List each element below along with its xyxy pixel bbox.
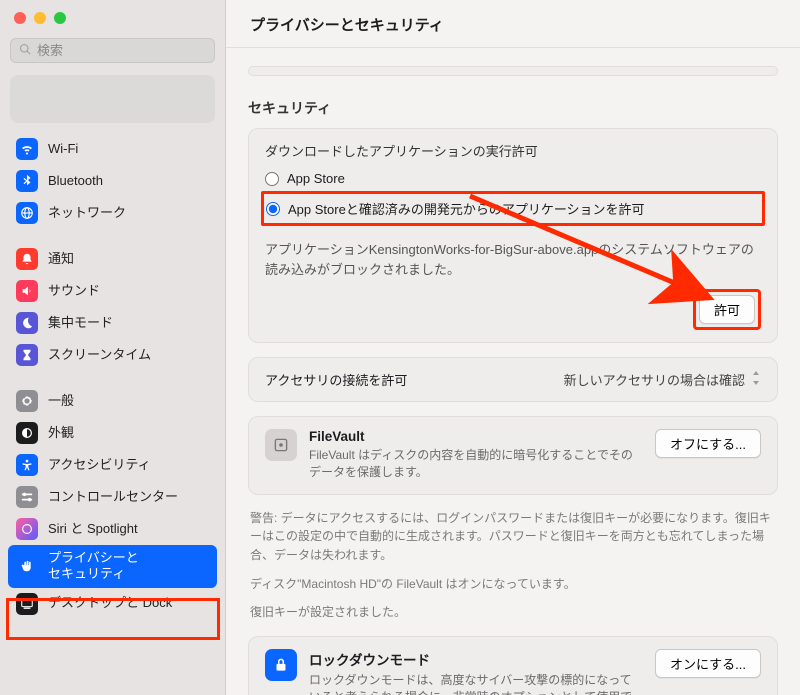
annotation-allow-highlight: 許可 (693, 289, 761, 330)
gear-icon (16, 390, 38, 412)
chevron-updown-icon (751, 371, 761, 388)
security-heading: セキュリティ (248, 98, 778, 118)
appearance-icon (16, 422, 38, 444)
page-title: プライバシーとセキュリティ (226, 0, 800, 48)
dock-icon (16, 593, 38, 615)
sidebar-item-label: 通知 (48, 251, 74, 267)
sidebar-item-sound[interactable]: サウンド (8, 275, 217, 307)
accessory-card[interactable]: アクセサリの接続を許可 新しいアクセサリの場合は確認 (248, 357, 778, 402)
lockdown-card: ロックダウンモード ロックダウンモードは、高度なサイバー攻撃の標的になっていると… (248, 636, 778, 695)
sidebar-item-label: スクリーンタイム (48, 347, 151, 363)
sidebar-item-label: プライバシーと セキュリティ (48, 550, 139, 583)
sidebar-item-label: 外観 (48, 425, 74, 441)
search-input[interactable] (37, 43, 213, 58)
radio-appstore-input[interactable] (265, 172, 279, 186)
bluetooth-icon (16, 170, 38, 192)
accessibility-icon (16, 454, 38, 476)
blocked-software-text: アプリケーションKensingtonWorks-for-BigSur-above… (265, 240, 761, 279)
account-block[interactable] (10, 75, 215, 123)
sidebar-item-label: Bluetooth (48, 173, 103, 189)
network-icon (16, 202, 38, 224)
accessory-value-text: 新しいアクセサリの場合は確認 (564, 370, 745, 389)
minimize-window-button[interactable] (34, 12, 46, 24)
divider (248, 66, 778, 76)
siri-icon (16, 518, 38, 540)
sidebar-item-accessibility[interactable]: アクセシビリティ (8, 449, 217, 481)
filevault-card: FileVault FileVault はディスクの内容を自動的に暗号化すること… (248, 416, 778, 495)
radio-appstore-label: App Store (287, 171, 345, 186)
content-scroll[interactable]: セキュリティ ダウンロードしたアプリケーションの実行許可 App Store A… (226, 48, 800, 695)
speaker-icon (16, 280, 38, 302)
sidebar-item-label: ネットワーク (48, 205, 126, 221)
sidebar-item-focus[interactable]: 集中モード (8, 307, 217, 339)
search-field[interactable] (10, 38, 215, 63)
sidebar-item-label: Wi-Fi (48, 141, 78, 157)
window-controls (0, 0, 225, 32)
lockdown-icon (265, 649, 297, 681)
hourglass-icon (16, 344, 38, 366)
radio-appstore[interactable]: App Store (265, 168, 761, 189)
sidebar-item-controlcenter[interactable]: コントロールセンター (8, 481, 217, 513)
sidebar-item-siri[interactable]: Siri と Spotlight (8, 513, 217, 545)
sidebar-item-screentime[interactable]: スクリーンタイム (8, 339, 217, 371)
filevault-recoverykey: 復旧キーが設定されました。 (250, 603, 776, 622)
sidebar-item-label: デスクトップと Dock (48, 595, 172, 611)
sidebar-item-network[interactable]: ネットワーク (8, 197, 217, 229)
radio-identified-label: App Storeと確認済みの開発元からのアプリケーションを許可 (288, 199, 645, 218)
sidebar-item-label: 集中モード (48, 315, 113, 331)
close-window-button[interactable] (14, 12, 26, 24)
download-allow-card: ダウンロードしたアプリケーションの実行許可 App Store App Stor… (248, 128, 778, 343)
sidebar-list: Wi-Fi Bluetooth ネットワーク 通知 サウンド 集中モード (0, 131, 225, 695)
bell-icon (16, 248, 38, 270)
download-allow-label: ダウンロードしたアプリケーションの実行許可 (265, 141, 761, 160)
content-pane: プライバシーとセキュリティ セキュリティ ダウンロードしたアプリケーションの実行… (226, 0, 800, 695)
lockdown-toggle-button[interactable]: オンにする... (655, 649, 761, 678)
sidebar-item-bluetooth[interactable]: Bluetooth (8, 165, 217, 197)
radio-identified-input[interactable] (266, 202, 280, 216)
accessory-value-popup[interactable]: 新しいアクセサリの場合は確認 (564, 370, 761, 389)
sidebar-item-label: アクセシビリティ (48, 457, 151, 473)
sliders-icon (16, 486, 38, 508)
sidebar-item-label: 一般 (48, 393, 74, 409)
search-icon (19, 43, 31, 58)
allow-button[interactable]: 許可 (699, 295, 755, 324)
filevault-title: FileVault (309, 429, 643, 444)
sidebar-item-label: サウンド (48, 283, 100, 299)
maximize-window-button[interactable] (54, 12, 66, 24)
moon-icon (16, 312, 38, 334)
annotation-radio-highlight: App Storeと確認済みの開発元からのアプリケーションを許可 (261, 191, 765, 226)
sidebar-item-wifi[interactable]: Wi-Fi (8, 133, 217, 165)
filevault-status: ディスク"Macintosh HD"の FileVault はオンになっています… (250, 575, 776, 594)
sidebar-item-desktop-dock[interactable]: デスクトップと Dock (8, 588, 217, 620)
wifi-icon (16, 138, 38, 160)
hand-icon (16, 555, 38, 577)
lockdown-title: ロックダウンモード (309, 649, 643, 669)
filevault-toggle-button[interactable]: オフにする... (655, 429, 761, 458)
lockdown-desc: ロックダウンモードは、高度なサイバー攻撃の標的になっていると考えられる場合に、非… (309, 672, 643, 695)
sidebar-item-label: コントロールセンター (48, 489, 178, 505)
sidebar: Wi-Fi Bluetooth ネットワーク 通知 サウンド 集中モード (0, 0, 226, 695)
sidebar-item-notifications[interactable]: 通知 (8, 243, 217, 275)
accessory-label: アクセサリの接続を許可 (265, 370, 407, 389)
filevault-icon (265, 429, 297, 461)
filevault-desc: FileVault はディスクの内容を自動的に暗号化することでそのデータを保護し… (309, 447, 643, 482)
sidebar-item-appearance[interactable]: 外観 (8, 417, 217, 449)
sidebar-item-general[interactable]: 一般 (8, 385, 217, 417)
filevault-warning: 警告: データにアクセスするには、ログインパスワードまたは復旧キーが必要になりま… (250, 509, 776, 565)
sidebar-item-privacy[interactable]: プライバシーと セキュリティ (8, 545, 217, 588)
sidebar-item-label: Siri と Spotlight (48, 521, 138, 537)
radio-identified[interactable]: App Storeと確認済みの開発元からのアプリケーションを許可 (266, 196, 758, 221)
